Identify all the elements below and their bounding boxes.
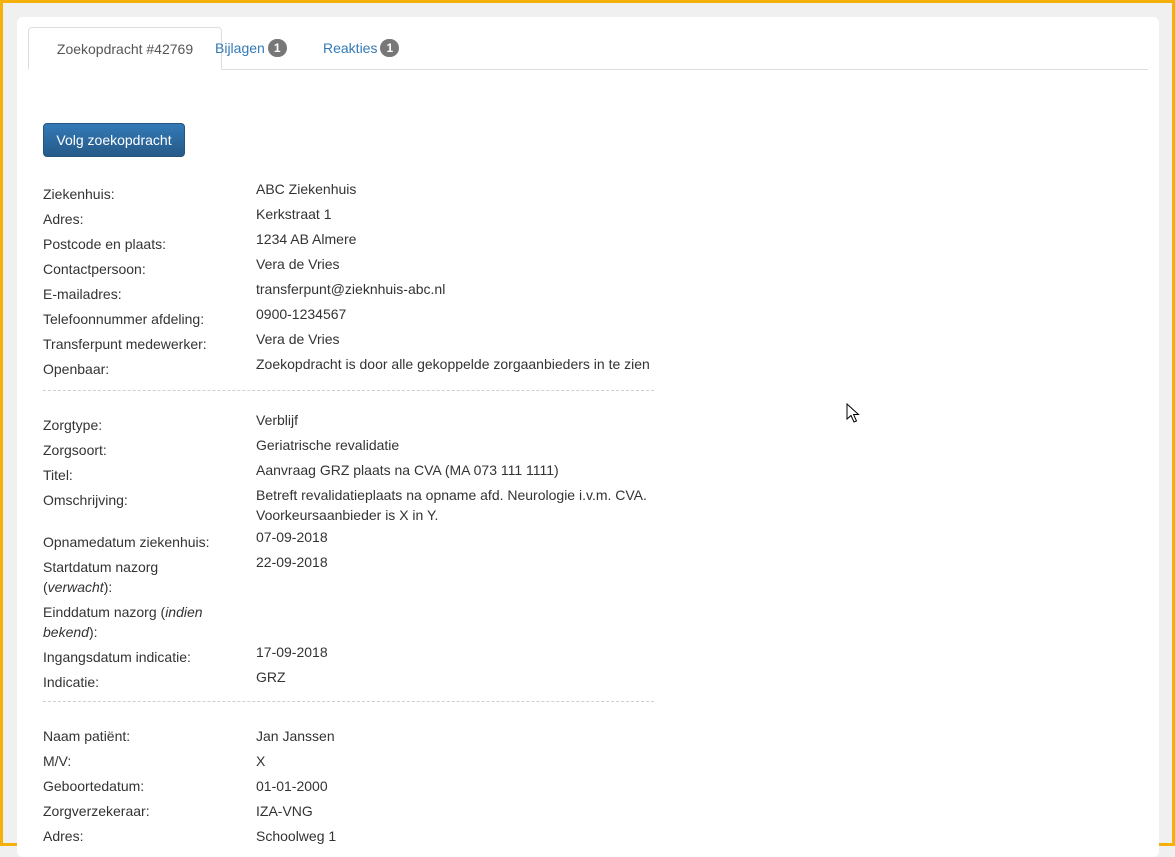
- field-value: Geriatrische revalidatie: [256, 437, 400, 453]
- field-label: Einddatum nazorg (indien bekend):: [43, 602, 243, 642]
- field-label: Geboortedatum:: [43, 778, 145, 794]
- field-label: Opnamedatum ziekenhuis:: [43, 534, 210, 550]
- field-label-paren-close: ):: [103, 579, 113, 595]
- field-value: Aanvraag GRZ plaats na CVA (MA 073 111 1…: [256, 462, 559, 478]
- field-value: GRZ: [256, 669, 286, 685]
- field-value: 17-09-2018: [256, 644, 328, 660]
- field-value: Zoekopdracht is door alle gekoppelde zor…: [256, 356, 650, 372]
- field-value: Vera de Vries: [256, 331, 340, 347]
- field-label: M/V:: [43, 753, 72, 769]
- field-value: IZA-VNG: [256, 803, 313, 819]
- reakties-count-badge: 1: [380, 39, 400, 58]
- field-label-paren-close: ):: [88, 624, 98, 640]
- field-label: Adres:: [43, 211, 84, 227]
- field-value: ABC Ziekenhuis: [256, 181, 357, 197]
- email-value: transferpunt@zieknhuis-abc.nl: [256, 281, 446, 297]
- field-label: Omschrijving:: [43, 492, 128, 508]
- field-label: Adres:: [43, 828, 84, 844]
- tab-reakties-label: Reakties: [323, 40, 378, 56]
- field-label: Contactpersoon:: [43, 261, 146, 277]
- tab-bijlagen-label: Bijlagen: [215, 40, 265, 56]
- field-label: Titel:: [43, 467, 73, 483]
- field-value-line2: Voorkeursaanbieder is X in Y.: [256, 507, 439, 523]
- field-value: Jan Janssen: [256, 728, 335, 744]
- field-label: Telefoonnummer afdeling:: [43, 311, 205, 327]
- field-value: 01-01-2000: [256, 778, 328, 794]
- field-label: Ziekenhuis:: [43, 186, 115, 202]
- section-divider: [43, 701, 654, 702]
- field-label-emphasis: bekend: [43, 624, 89, 640]
- field-value: Betreft revalidatieplaats na opname afd.…: [256, 487, 647, 503]
- field-label: Naam patiënt:: [43, 728, 131, 744]
- field-value: 1234 AB Almere: [256, 231, 357, 247]
- field-label: Postcode en plaats:: [43, 236, 166, 252]
- field-value: 0900-1234567: [256, 306, 347, 322]
- field-value: Schoolweg 1: [256, 828, 337, 844]
- field-label: Startdatum nazorg (verwacht):: [43, 557, 243, 597]
- tab-bijlagen[interactable]: Bijlagen 1: [215, 27, 287, 69]
- field-label: Openbaar:: [43, 361, 110, 377]
- field-value: 22-09-2018: [256, 554, 328, 570]
- section-divider: [43, 390, 654, 391]
- field-value: Verblijf: [256, 412, 299, 428]
- follow-search-button[interactable]: Volg zoekopdracht: [43, 123, 185, 157]
- tab-bar: Zoekopdracht #42769 Bijlagen 1 Reakties 1: [28, 27, 1148, 70]
- field-label: Zorgtype:: [43, 417, 103, 433]
- bijlagen-count-badge: 1: [267, 39, 287, 58]
- field-value: 07-09-2018: [256, 529, 328, 545]
- field-label: Transferpunt medewerker:: [43, 336, 207, 352]
- field-value: Vera de Vries: [256, 256, 340, 272]
- field-label-emphasis: verwacht: [47, 579, 104, 595]
- field-label: Zorgverzekeraar:: [43, 803, 150, 819]
- field-label: E-mailadres:: [43, 286, 122, 302]
- field-value: Kerkstraat 1: [256, 206, 332, 222]
- field-label: Zorgsoort:: [43, 442, 107, 458]
- tab-reakties[interactable]: Reakties 1: [323, 27, 400, 69]
- field-label: Indicatie:: [43, 674, 100, 690]
- field-label-text: Startdatum nazorg: [43, 559, 159, 575]
- mouse-pointer-icon: [846, 403, 860, 423]
- field-label: Ingangsdatum indicatie:: [43, 649, 191, 665]
- field-label-emphasis: indien: [165, 604, 203, 620]
- tab-zoekopdracht[interactable]: Zoekopdracht #42769: [28, 27, 222, 70]
- field-value: X: [256, 753, 266, 769]
- tab-zoekopdracht-label: Zoekopdracht #42769: [56, 41, 194, 57]
- field-label-text: Einddatum nazorg (: [43, 604, 166, 620]
- main-panel: Zoekopdracht #42769 Bijlagen 1 Reakties 1 …: [17, 17, 1159, 857]
